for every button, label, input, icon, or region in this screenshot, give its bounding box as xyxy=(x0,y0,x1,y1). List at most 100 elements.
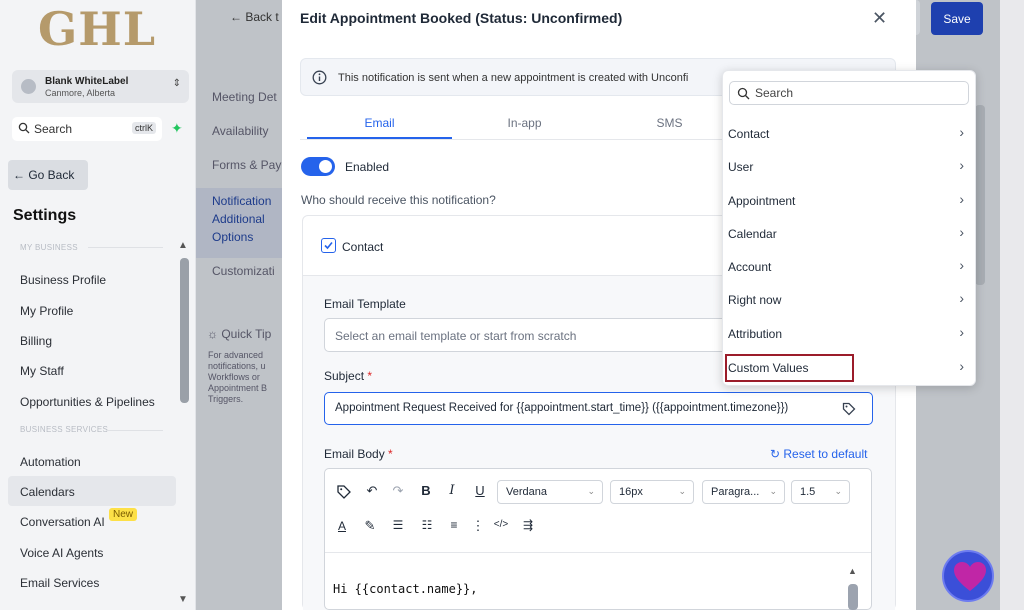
subject-label: Subject * xyxy=(324,369,373,383)
editor-scrollbar[interactable] xyxy=(848,584,858,610)
account-location: Canmore, Alberta xyxy=(45,88,116,98)
bold-icon[interactable]: B xyxy=(418,483,434,498)
tag-icon[interactable] xyxy=(336,484,352,500)
font-size-select[interactable]: 16px ⌄ xyxy=(610,480,694,504)
sidebar-item-automation[interactable]: Automation xyxy=(20,455,81,469)
chevron-down-icon: ⌄ xyxy=(587,486,595,496)
chevron-right-icon: › xyxy=(959,358,964,374)
dropdown-item-user[interactable]: User › xyxy=(728,154,968,180)
sidebar-item-opportunities[interactable]: Opportunities & Pipelines xyxy=(20,395,155,409)
enabled-toggle[interactable] xyxy=(301,157,335,176)
sparkle-icon[interactable]: ✦ xyxy=(171,120,183,137)
email-body-text[interactable]: Hi {{contact.name}}, xyxy=(333,582,478,596)
text-color-icon[interactable]: A xyxy=(334,519,350,533)
tag-icon[interactable] xyxy=(842,402,856,416)
sidebar-item-billing[interactable]: Billing xyxy=(20,334,52,348)
close-icon[interactable]: ✕ xyxy=(872,8,887,29)
toggle-knob xyxy=(319,160,332,173)
chevron-up-down-icon: ⇕ xyxy=(172,78,181,89)
section-divider xyxy=(88,247,163,248)
sidebar-item-email-services[interactable]: Email Services xyxy=(20,576,99,590)
tab-email[interactable]: Email xyxy=(307,116,452,130)
sidebar-item-conversation-ai[interactable]: Conversation AI xyxy=(20,515,105,529)
line-height-select[interactable]: 1.5 ⌄ xyxy=(791,480,850,504)
block-format-select[interactable]: Paragra... ⌄ xyxy=(702,480,785,504)
sidebar-item-calendars[interactable]: Calendars xyxy=(20,485,75,499)
bg-notif-line-1: Notification xyxy=(212,194,272,208)
quick-tips-text: For advanced notifications, u Workflows … xyxy=(208,350,268,404)
email-template-label: Email Template xyxy=(324,297,406,311)
info-icon xyxy=(312,70,327,85)
subject-input[interactable]: Appointment Request Received for {{appoi… xyxy=(324,392,873,425)
dropdown-item-contact[interactable]: Contact › xyxy=(728,121,968,147)
account-switcher[interactable]: Blank WhiteLabel Canmore, Alberta ⇕ xyxy=(12,70,189,103)
quick-tips-title: ☼ Quick Tip xyxy=(207,327,272,341)
bg-link-meeting-details[interactable]: Meeting Det xyxy=(212,90,277,104)
dropdown-item-right-now[interactable]: Right now › xyxy=(728,287,968,313)
dropdown-item-calendar[interactable]: Calendar › xyxy=(728,221,968,247)
go-back-button[interactable]: ← Go Back xyxy=(8,160,88,190)
wrap-text-icon[interactable]: ⇶ xyxy=(520,518,536,532)
undo-icon[interactable]: ↶ xyxy=(364,483,380,499)
code-view-icon[interactable]: </> xyxy=(493,519,509,530)
sidebar-search[interactable]: Search ctrlK xyxy=(12,117,162,141)
background-scrollbar[interactable] xyxy=(975,105,985,285)
dropdown-item-label: User xyxy=(728,160,754,174)
section-label-my-business: MY BUSINESS xyxy=(20,243,78,252)
chevron-right-icon: › xyxy=(959,124,964,140)
sidebar-item-business-profile[interactable]: Business Profile xyxy=(20,273,106,287)
tab-sms[interactable]: SMS xyxy=(597,116,742,130)
toolbar-divider xyxy=(325,552,871,553)
dropdown-item-account[interactable]: Account › xyxy=(728,254,968,280)
scroll-up-arrow-icon[interactable]: ▲ xyxy=(848,566,857,576)
logo: GHL xyxy=(38,2,157,56)
bg-link-notifications-active[interactable]: Notification Additional Options xyxy=(196,188,282,258)
dropdown-item-label: Attribution xyxy=(728,327,783,341)
search-icon xyxy=(737,87,750,100)
sidebar-item-my-profile[interactable]: My Profile xyxy=(20,304,73,318)
avatar xyxy=(21,79,36,94)
dropdown-item-appointment[interactable]: Appointment › xyxy=(728,188,968,214)
contact-checkbox[interactable] xyxy=(321,238,336,253)
bg-link-customizations[interactable]: Customizati xyxy=(212,264,275,278)
sidebar-item-my-staff[interactable]: My Staff xyxy=(20,364,64,378)
scroll-up-arrow-icon[interactable]: ▲ xyxy=(178,240,188,251)
search-shortcut: ctrlK xyxy=(132,122,156,134)
numbered-list-icon[interactable]: ☷ xyxy=(419,518,435,532)
highlight-icon[interactable]: ✎ xyxy=(362,518,378,534)
save-button[interactable]: Save xyxy=(931,2,983,35)
align-icon[interactable]: ≡ xyxy=(446,518,462,532)
font-family-select[interactable]: Verdana ⌄ xyxy=(497,480,603,504)
scroll-down-arrow-icon[interactable]: ▼ xyxy=(178,594,188,605)
chevron-right-icon: › xyxy=(959,257,964,273)
chevron-right-icon: › xyxy=(959,157,964,173)
sidebar-scrollbar[interactable] xyxy=(180,258,189,403)
bg-link-forms-payment[interactable]: Forms & Pay xyxy=(212,158,281,172)
italic-icon[interactable]: I xyxy=(444,483,460,498)
tab-in-app[interactable]: In-app xyxy=(452,116,597,130)
dropdown-search-input[interactable] xyxy=(755,85,955,101)
underline-icon[interactable]: U xyxy=(472,483,488,498)
chevron-down-icon: ⌄ xyxy=(834,486,842,496)
dropdown-item-attribution[interactable]: Attribution › xyxy=(728,321,968,347)
chevron-down-icon: ⌄ xyxy=(769,486,777,496)
reset-to-default-link[interactable]: ↻ Reset to default xyxy=(770,447,867,461)
more-options-icon[interactable]: ⋮ xyxy=(470,518,486,534)
active-tab-indicator xyxy=(307,137,452,139)
bg-link-availability[interactable]: Availability xyxy=(212,124,268,138)
heart-logo-icon xyxy=(954,562,986,591)
sidebar-item-voice-ai-agents[interactable]: Voice AI Agents xyxy=(20,546,103,560)
enabled-label: Enabled xyxy=(345,160,390,174)
contact-label: Contact xyxy=(342,240,384,254)
search-label: Search xyxy=(34,122,73,136)
redo-icon[interactable]: ↷ xyxy=(390,483,406,499)
background-back-link[interactable]: ← Back t xyxy=(230,10,279,24)
chevron-right-icon: › xyxy=(959,290,964,306)
chevron-right-icon: › xyxy=(959,224,964,240)
bullet-list-icon[interactable]: ☰ xyxy=(390,518,406,532)
dropdown-item-label: Contact xyxy=(728,127,770,141)
info-text: This notification is sent when a new app… xyxy=(338,72,689,84)
dropdown-search[interactable] xyxy=(729,81,969,105)
custom-values-highlight-box xyxy=(725,354,854,382)
floating-logo-badge[interactable] xyxy=(942,550,994,602)
